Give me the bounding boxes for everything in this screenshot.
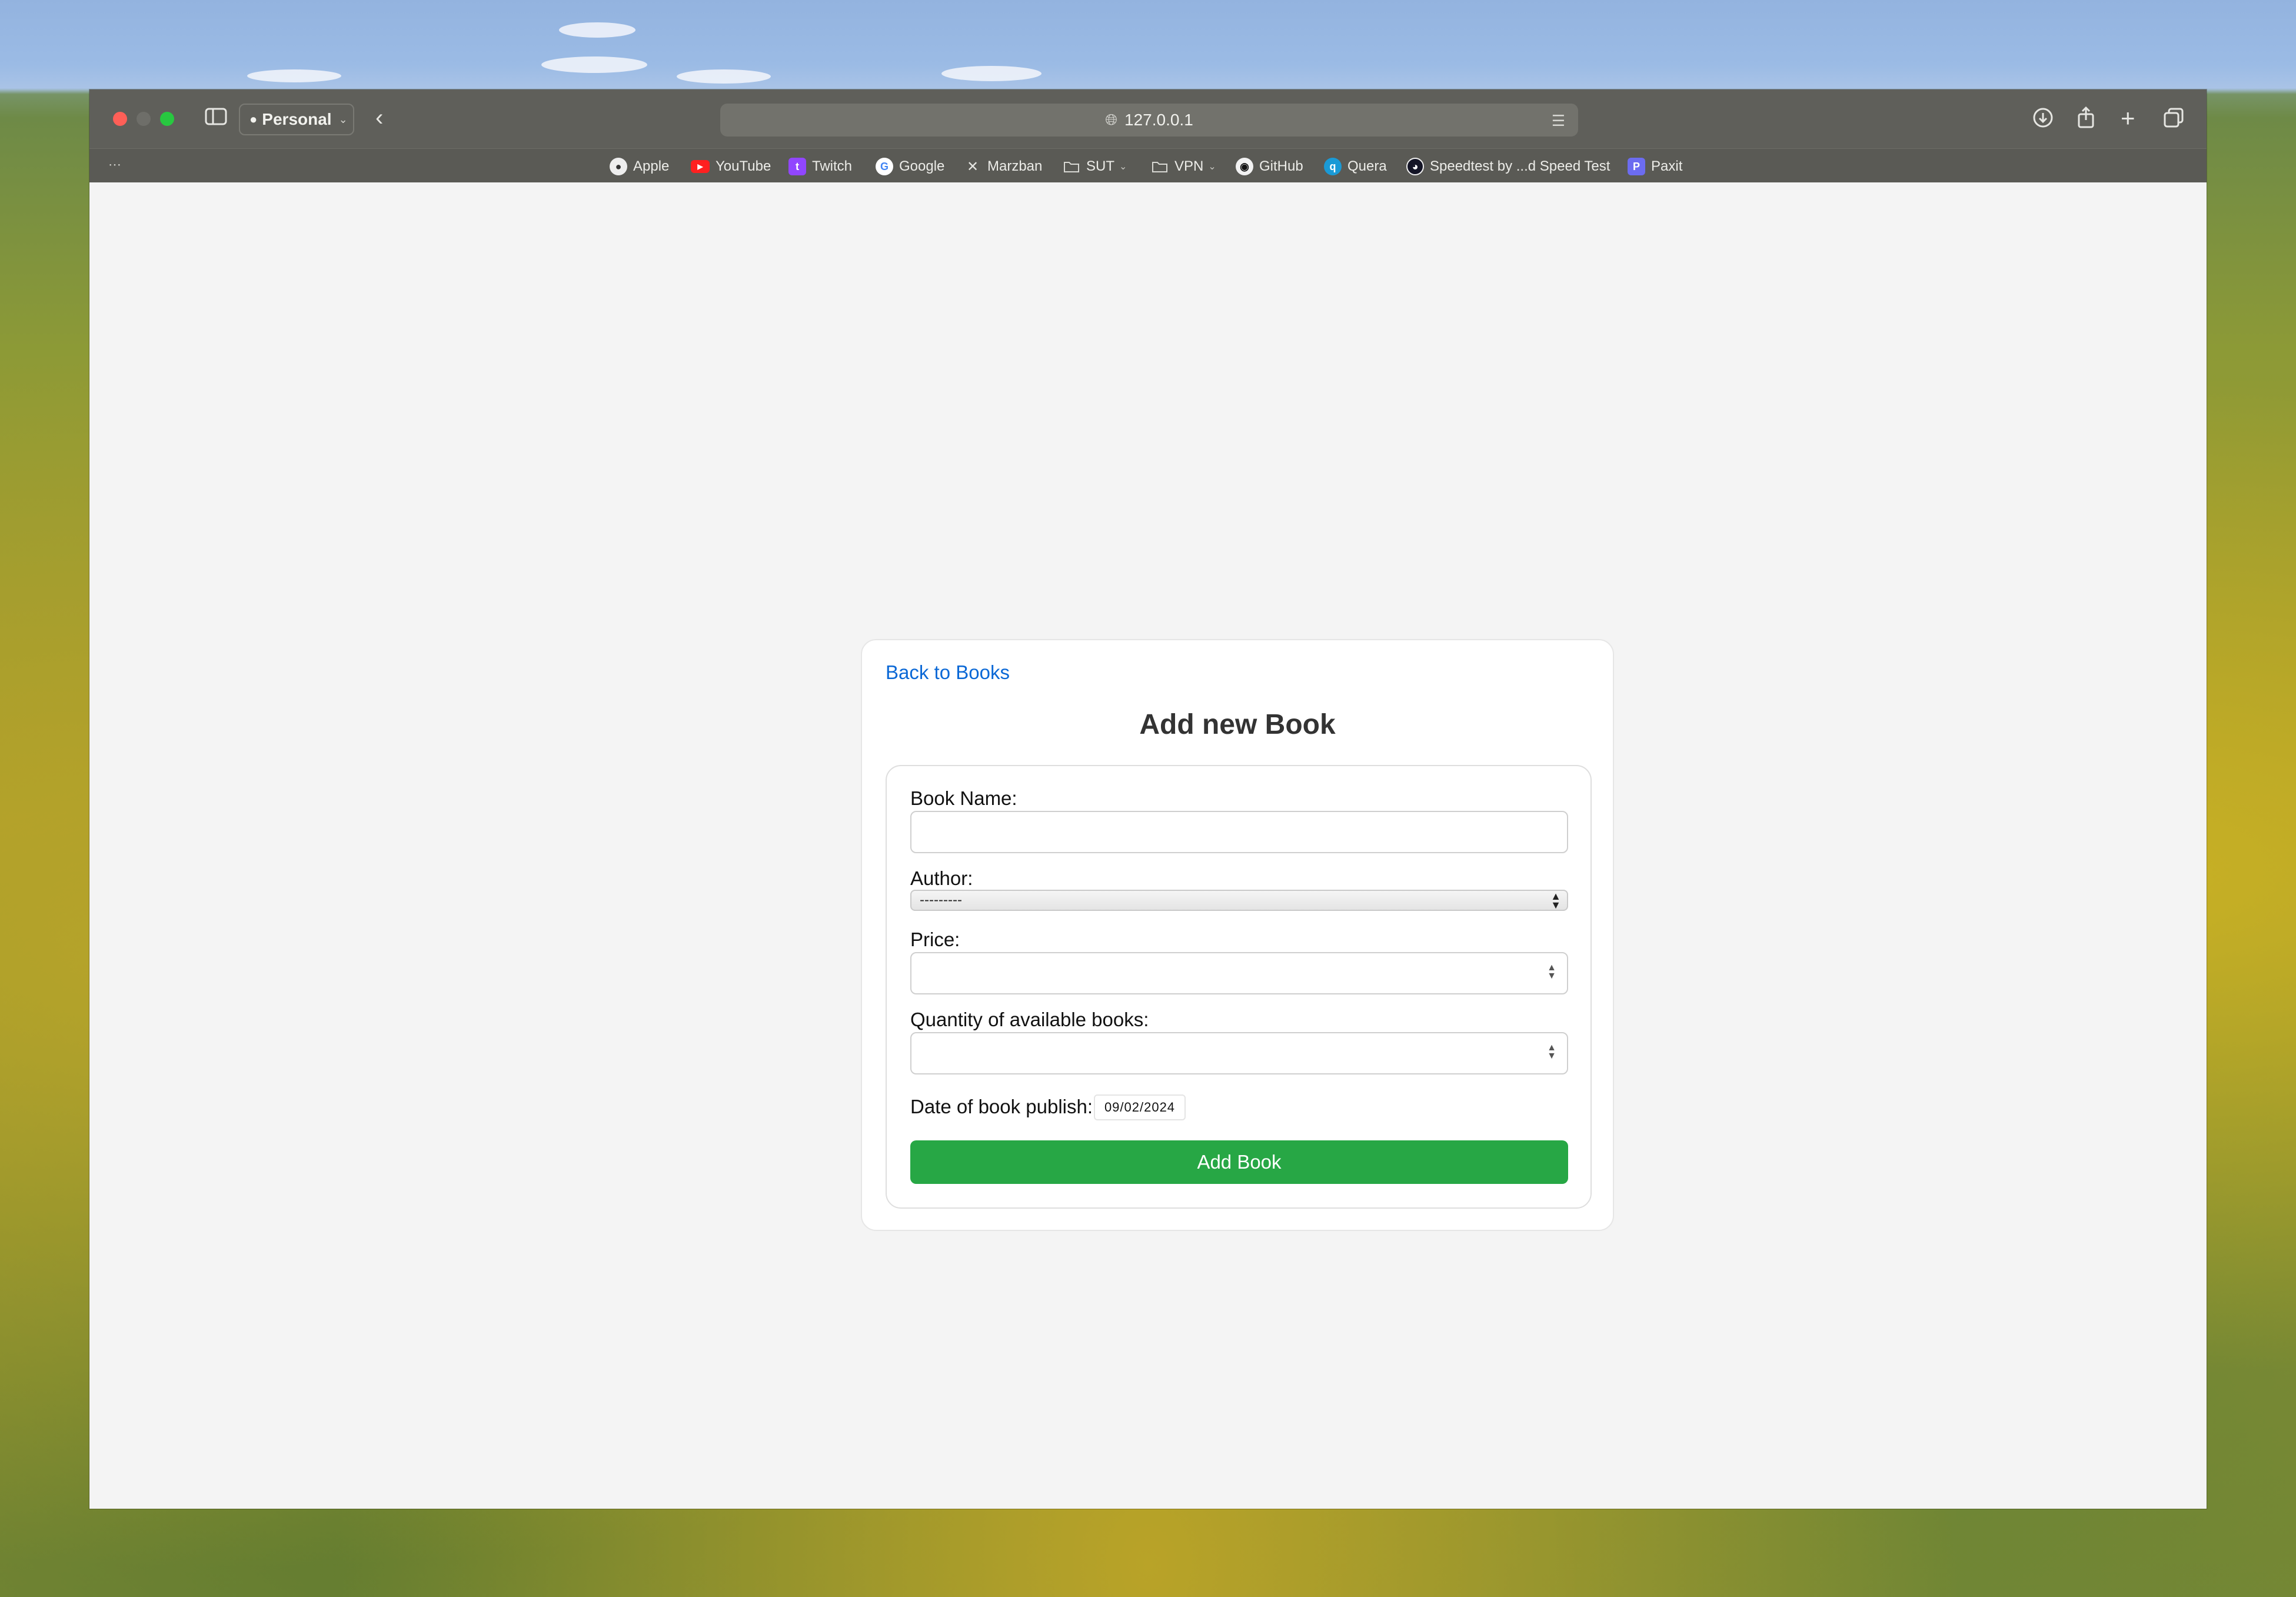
- bookmark-youtube[interactable]: ▶ YouTube: [691, 157, 771, 176]
- bookmark-github[interactable]: ◉ GitHub: [1236, 157, 1303, 176]
- book-name-label: Book Name:: [910, 787, 1017, 809]
- publish-date-input[interactable]: 09/02/2024: [1094, 1094, 1186, 1120]
- book-name-input[interactable]: [910, 811, 1568, 853]
- downloads-icon[interactable]: [2032, 107, 2054, 132]
- youtube-icon: ▶: [691, 160, 710, 173]
- bookmark-label: Quera: [1347, 158, 1387, 174]
- bookmark-twitch[interactable]: t Twitch: [788, 157, 852, 176]
- google-icon: G: [876, 158, 893, 175]
- publish-date-label: Date of book publish:: [910, 1096, 1093, 1117]
- bookmark-label: Marzban: [987, 158, 1043, 174]
- minimize-window-button[interactable]: [137, 112, 151, 126]
- twitch-icon: t: [788, 158, 806, 175]
- share-icon[interactable]: [2076, 106, 2096, 132]
- chevron-down-icon: ⌄: [1119, 162, 1127, 172]
- apple-icon: ●: [610, 158, 627, 175]
- back-icon[interactable]: ‹: [375, 106, 383, 129]
- bookmark-label: Twitch: [812, 158, 853, 174]
- close-window-button[interactable]: [113, 112, 127, 126]
- bookmark-label: Paxit: [1651, 158, 1683, 174]
- profile-menu-button[interactable]: ● Personal ⌄: [239, 104, 354, 135]
- stepper-icon[interactable]: ▲ ▼: [1547, 1043, 1556, 1061]
- address-text: 127.0.0.1: [1124, 111, 1193, 129]
- page-title: Add new Book: [1139, 709, 1336, 740]
- quera-icon: q: [1324, 158, 1342, 175]
- browser-window: ● Personal ⌄ ‹ 🌐︎ 127.0.0.1 ☰ + ⋯ ● Appl…: [89, 89, 2207, 1509]
- back-to-books-link[interactable]: Back to Books: [886, 661, 1010, 684]
- chevron-down-icon: ⌄: [1208, 162, 1216, 172]
- new-tab-icon[interactable]: +: [2121, 106, 2135, 131]
- chevron-down-icon: ⌄: [338, 113, 348, 125]
- price-input[interactable]: ▲ ▼: [910, 952, 1568, 994]
- sidebar-toggle-icon[interactable]: [205, 107, 227, 129]
- bookmarks-bar: ⋯ ● Apple ▶ YouTube t Twitch G Google ✕ …: [89, 148, 2207, 182]
- bookmark-apple[interactable]: ● Apple: [610, 157, 669, 176]
- select-arrows-icon: ▲ ▼: [1550, 890, 1561, 911]
- stepper-icon[interactable]: ▲ ▼: [1547, 963, 1556, 981]
- bookmark-label: Speedtest by ...d Speed Test: [1430, 158, 1610, 174]
- bookmark-label: SUT: [1086, 158, 1114, 174]
- github-icon: ◉: [1236, 158, 1253, 175]
- quantity-label: Quantity of available books:: [910, 1009, 1149, 1030]
- add-book-card: Back to Books Add new Book Book Name: Au…: [861, 639, 1614, 1231]
- profile-label: Personal: [262, 110, 332, 128]
- folder-icon: [1151, 158, 1169, 175]
- cloud: [541, 56, 647, 73]
- cloud: [247, 69, 341, 82]
- bookmark-label: YouTube: [716, 158, 771, 174]
- bookmark-label: Apple: [633, 158, 670, 174]
- paxit-icon: P: [1628, 158, 1645, 175]
- author-selected-value: ---------: [920, 892, 962, 908]
- folder-icon: [1063, 158, 1080, 175]
- quantity-input[interactable]: ▲ ▼: [910, 1032, 1568, 1074]
- globe-icon: 🌐︎: [1105, 111, 1118, 128]
- bookmark-paxit[interactable]: P Paxit: [1628, 157, 1682, 176]
- address-bar[interactable]: 🌐︎ 127.0.0.1 ☰: [720, 104, 1578, 137]
- reader-mode-icon[interactable]: ☰: [1552, 112, 1565, 130]
- speedtest-icon: ◕: [1406, 158, 1424, 175]
- author-label: Author:: [910, 867, 973, 889]
- cloud: [559, 22, 635, 38]
- tab-overview-icon[interactable]: [2163, 107, 2184, 132]
- bookmark-google[interactable]: G Google: [876, 157, 944, 176]
- bookmark-quera[interactable]: q Quera: [1324, 157, 1387, 176]
- add-book-form: Book Name: Author: --------- ▲ ▼ Price: ▲…: [886, 765, 1592, 1209]
- marzban-icon: ✕: [966, 158, 979, 175]
- cloud: [941, 66, 1041, 81]
- zoom-window-button[interactable]: [160, 112, 174, 126]
- bookmark-label: GitHub: [1259, 158, 1303, 174]
- bookmark-label: VPN: [1174, 158, 1204, 174]
- bookmark-folder-vpn[interactable]: VPN ⌄: [1151, 157, 1216, 176]
- add-book-button[interactable]: Add Book: [910, 1140, 1568, 1184]
- bookmark-label: Google: [899, 158, 945, 174]
- bookmark-folder-sut[interactable]: SUT ⌄: [1063, 157, 1127, 176]
- grid-icon[interactable]: ⋯: [108, 158, 121, 171]
- author-select[interactable]: --------- ▲ ▼: [910, 890, 1568, 911]
- price-label: Price:: [910, 929, 960, 950]
- bookmark-speedtest[interactable]: ◕ Speedtest by ...d Speed Test: [1406, 157, 1610, 176]
- bookmark-marzban[interactable]: ✕ Marzban: [964, 157, 1042, 176]
- person-icon: ●: [249, 112, 258, 127]
- browser-toolbar: ● Personal ⌄ ‹ 🌐︎ 127.0.0.1 ☰ +: [89, 89, 2207, 148]
- cloud: [677, 69, 771, 84]
